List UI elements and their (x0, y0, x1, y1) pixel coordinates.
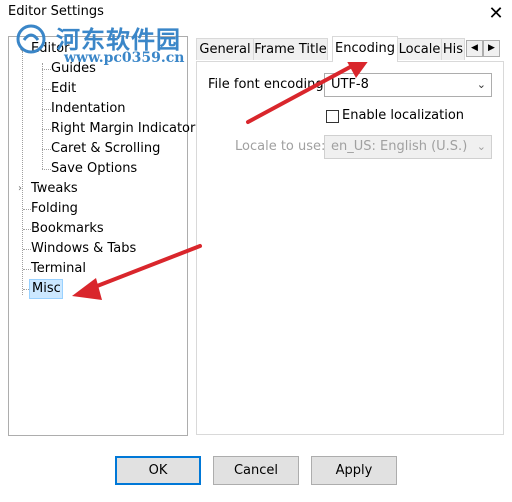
tree-item-bookmarks[interactable]: Bookmarks (31, 219, 104, 239)
apply-button[interactable]: Apply (311, 456, 397, 485)
enable-localization-label[interactable]: Enable localization (342, 108, 464, 123)
tree-item-right-margin-indicator[interactable]: Right Margin Indicator (51, 119, 195, 139)
close-icon[interactable]: ✕ (486, 4, 506, 24)
watermark: 河东软件园 www.pc0359.cn (16, 20, 216, 72)
tree-connector (23, 249, 31, 250)
tree-item-indentation[interactable]: Indentation (51, 99, 126, 119)
tree-item-folding[interactable]: Folding (31, 199, 78, 219)
locale-select: en_US: English (U.S.) ⌄ (324, 135, 492, 159)
tree-item-windows-tabs[interactable]: Windows & Tabs (31, 239, 136, 259)
cancel-button[interactable]: Cancel (213, 456, 299, 485)
tree-connector (42, 89, 51, 90)
chevron-right-icon[interactable]: › (18, 184, 27, 194)
tree-connector (23, 209, 31, 210)
tab-locale[interactable]: Locale (397, 38, 442, 60)
tree-item-misc[interactable]: Misc (29, 279, 63, 299)
tree-connector (22, 51, 23, 295)
tab-strip: General Frame Title Encoding Locale His … (196, 36, 504, 62)
tree-item-save-options[interactable]: Save Options (51, 159, 137, 179)
tab-scroll-left-icon[interactable]: ◀ (466, 40, 483, 57)
encoding-panel: File font encoding: UTF-8 ⌄ Enable local… (196, 61, 504, 435)
file-font-encoding-select[interactable]: UTF-8 ⌄ (324, 73, 492, 97)
tree-connector (42, 149, 51, 150)
tree-connector (23, 229, 31, 230)
enable-localization-checkbox[interactable] (326, 110, 339, 123)
tab-scroll-right-icon[interactable]: ▶ (483, 40, 500, 57)
ok-button[interactable]: OK (115, 456, 201, 485)
file-font-encoding-value: UTF-8 (331, 77, 369, 92)
tree-connector (42, 129, 51, 130)
tree-item-edit[interactable]: Edit (51, 79, 76, 99)
tab-general[interactable]: General (196, 38, 254, 60)
settings-tree[interactable]: ⌄ Editor Guides Edit Indentation Right M… (8, 36, 195, 436)
window-title: Editor Settings (8, 4, 104, 19)
tab-encoding[interactable]: Encoding (332, 36, 398, 62)
tree-connector (42, 63, 43, 169)
file-font-encoding-label: File font encoding: (208, 77, 328, 92)
tree-connector (42, 169, 51, 170)
tree-connector (42, 109, 51, 110)
watermark-logo-icon (16, 24, 46, 54)
locale-label: Locale to use: (235, 139, 326, 154)
locale-value: en_US: English (U.S.) (331, 139, 468, 154)
tab-history[interactable]: His (441, 38, 465, 60)
watermark-url: www.pc0359.cn (64, 50, 185, 66)
tree-item-terminal[interactable]: Terminal (31, 259, 86, 279)
chevron-down-icon: ⌄ (476, 140, 486, 153)
tab-frame-title[interactable]: Frame Title (253, 38, 328, 60)
tree-item-caret-scrolling[interactable]: Caret & Scrolling (51, 139, 160, 159)
tree-connector (23, 269, 31, 270)
chevron-down-icon: ⌄ (476, 78, 486, 91)
tree-item-tweaks[interactable]: Tweaks (31, 179, 78, 199)
